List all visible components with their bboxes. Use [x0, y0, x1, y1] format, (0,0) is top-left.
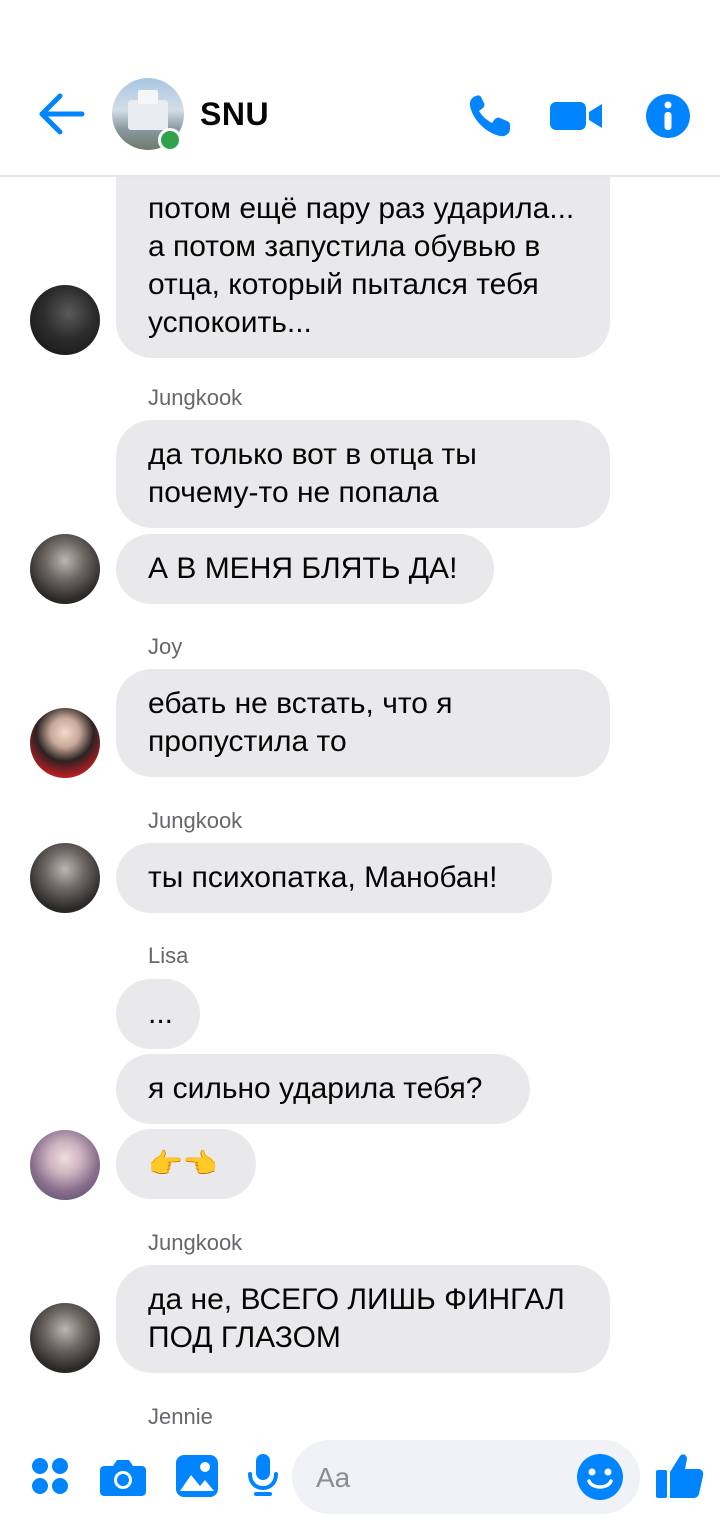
info-icon[interactable]	[644, 92, 692, 140]
message-bubble[interactable]: потом ещё пару раз ударила... а потом за…	[116, 172, 610, 358]
online-status-dot	[158, 128, 182, 152]
microphone-icon[interactable]	[248, 1454, 278, 1498]
conversation-title[interactable]: SNU	[200, 96, 269, 133]
sender-name: Lisa	[148, 943, 189, 968]
sender-name: Jennie	[148, 1404, 213, 1429]
conversation-header: SNU	[0, 0, 720, 177]
sender-name: Jungkook	[148, 808, 243, 833]
sender-avatar-jungkook[interactable]	[30, 843, 100, 913]
avatar-building-top	[138, 90, 158, 104]
message-input-placeholder: Aa	[316, 1462, 351, 1493]
thumbs-up-icon[interactable]	[656, 1452, 704, 1500]
sender-avatar-joy[interactable]	[30, 708, 100, 778]
message-bubble[interactable]: ты психопатка, Манобан!	[116, 843, 552, 913]
sender-avatar-jungkook[interactable]	[30, 1303, 100, 1373]
sender-avatar-lisa[interactable]	[30, 1130, 100, 1200]
message-bubble[interactable]: да не, ВСЕГО ЛИШЬ ФИНГАЛ ПОД ГЛАЗОМ	[116, 1265, 610, 1373]
sender-avatar[interactable]	[30, 285, 100, 355]
phone-icon[interactable]	[466, 92, 514, 140]
sender-name: Joy	[148, 634, 183, 659]
camera-icon[interactable]	[100, 1456, 146, 1496]
avatar-building	[128, 100, 168, 130]
emoji-icon[interactable]	[576, 1453, 624, 1501]
gallery-icon[interactable]	[176, 1455, 218, 1497]
message-bubble[interactable]: ебать не встать, что я пропустила то	[116, 669, 610, 777]
video-camera-icon[interactable]	[550, 92, 604, 140]
apps-icon[interactable]	[30, 1456, 70, 1496]
emoji-message-bubble[interactable]: 👉👈	[116, 1129, 256, 1199]
message-bubble[interactable]: я сильно ударила тебя?	[116, 1054, 530, 1124]
message-bubble[interactable]: ...	[116, 979, 200, 1049]
sender-name: Jungkook	[148, 385, 243, 410]
message-bubble[interactable]: А В МЕНЯ БЛЯТЬ ДА!	[116, 534, 494, 604]
back-arrow-icon[interactable]	[38, 92, 86, 136]
sender-avatar-jungkook[interactable]	[30, 534, 100, 604]
message-bubble[interactable]: да только вот в отца ты почему-то не поп…	[116, 420, 610, 528]
sender-name: Jungkook	[148, 1230, 243, 1255]
